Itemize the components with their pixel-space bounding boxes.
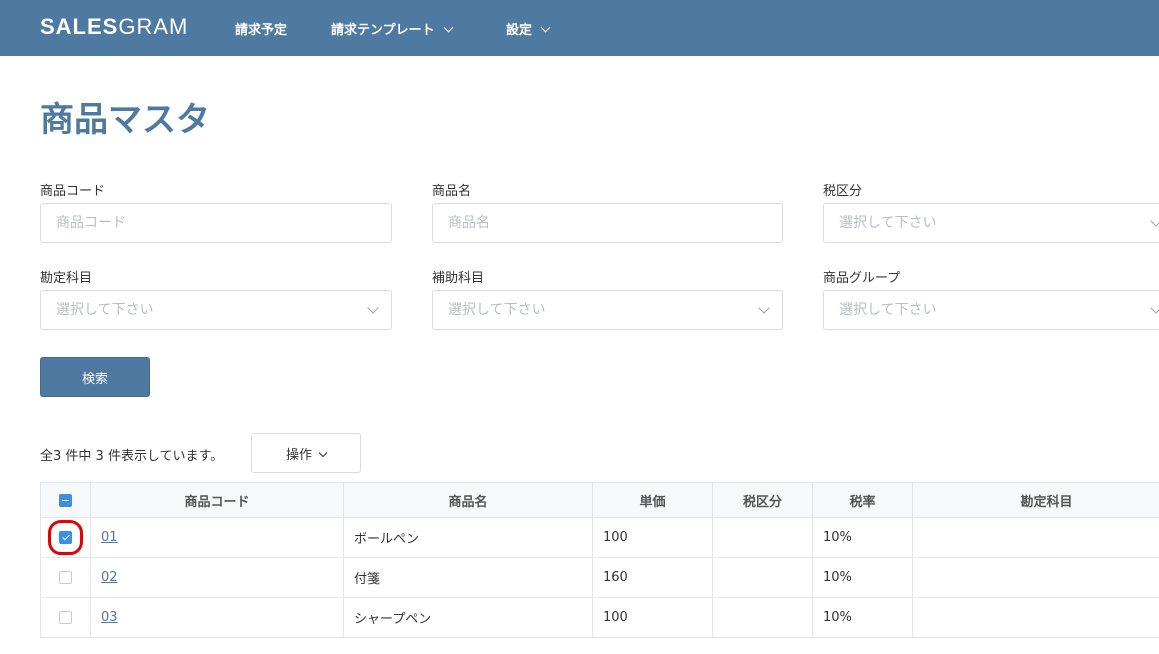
account-cell xyxy=(912,597,1159,638)
header-account[interactable]: 勘定科目 xyxy=(912,482,1159,518)
product-code-field xyxy=(40,203,392,243)
nav-label: 請求予定 xyxy=(235,23,288,38)
row-checkbox[interactable] xyxy=(59,611,72,624)
sub-account-label: 補助科目 xyxy=(432,271,485,286)
product-group-select[interactable]: 選択して下さい xyxy=(823,290,1159,330)
tax-category-select[interactable]: 選択して下さい xyxy=(823,203,1159,243)
row-select-cell xyxy=(40,517,91,558)
chevron-down-icon xyxy=(540,22,551,33)
header-product-name[interactable]: 商品名 xyxy=(343,482,593,518)
nav-billing-schedule[interactable]: 請求予定 xyxy=(235,19,287,38)
row-checkbox[interactable] xyxy=(59,571,72,584)
nav-billing-template[interactable]: 請求テンプレート xyxy=(331,19,454,38)
chevron-down-icon xyxy=(1150,302,1159,314)
header-product-code[interactable]: 商品コード xyxy=(90,482,344,518)
product-group-label: 商品グループ xyxy=(823,271,901,286)
table-header-row: 商品コード 商品名 単価 税区分 税率 勘定科目 xyxy=(40,482,1159,518)
product-code-cell: 03 xyxy=(90,597,344,638)
sub-account-placeholder: 選択して下さい xyxy=(448,302,546,318)
account-select[interactable]: 選択して下さい xyxy=(40,290,392,330)
account-cell xyxy=(912,517,1159,558)
header-tax-rate[interactable]: 税率 xyxy=(812,482,913,518)
tax-category-cell xyxy=(712,557,813,598)
chevron-down-icon xyxy=(443,22,454,33)
product-name-cell: 付箋 xyxy=(343,557,593,598)
chevron-down-icon xyxy=(318,448,328,457)
table-row: 03 シャープペン 100 10% xyxy=(40,597,1159,638)
chevron-down-icon xyxy=(1150,215,1159,227)
table-row: 02 付箋 160 10% xyxy=(40,557,1159,598)
product-table: 商品コード 商品名 単価 税区分 税率 勘定科目 01 ボールペン 100 10… xyxy=(40,482,1159,638)
page-title: 商品マスタ xyxy=(40,100,210,140)
logo-light-text: GRAM xyxy=(118,14,189,39)
unit-price-cell: 160 xyxy=(592,557,713,598)
account-label: 勘定科目 xyxy=(40,271,93,286)
unit-price-cell: 100 xyxy=(592,517,713,558)
account-placeholder: 選択して下さい xyxy=(56,302,154,318)
header-unit-price[interactable]: 単価 xyxy=(592,482,713,518)
product-name-input[interactable] xyxy=(448,205,767,241)
tax-rate-cell: 10% xyxy=(812,517,913,558)
select-all-checkbox[interactable] xyxy=(59,493,72,507)
row-checkbox[interactable] xyxy=(48,520,83,555)
tax-category-placeholder: 選択して下さい xyxy=(839,215,937,231)
chevron-down-icon xyxy=(758,302,770,314)
product-code-cell: 01 xyxy=(90,517,344,558)
operations-dropdown-button[interactable]: 操作 xyxy=(251,433,361,473)
operations-label: 操作 xyxy=(285,447,312,463)
tax-category-cell xyxy=(712,517,813,558)
tax-category-cell xyxy=(712,597,813,638)
nav-settings[interactable]: 設定 xyxy=(506,19,551,38)
unit-price-cell: 100 xyxy=(592,597,713,638)
tax-rate-cell: 10% xyxy=(812,557,913,598)
top-navigation-bar: SALESGRAM 請求予定 請求テンプレート 設定 xyxy=(0,0,1159,56)
product-name-label: 商品名 xyxy=(432,184,472,199)
product-code-input[interactable] xyxy=(56,205,376,241)
product-group-placeholder: 選択して下さい xyxy=(839,302,937,318)
chevron-down-icon xyxy=(367,302,379,314)
account-cell xyxy=(912,557,1159,598)
product-name-cell: ボールペン xyxy=(343,517,593,558)
table-row: 01 ボールペン 100 10% xyxy=(40,517,1159,558)
product-name-field xyxy=(432,203,783,243)
app-logo[interactable]: SALESGRAM xyxy=(40,14,188,40)
sub-account-select[interactable]: 選択して下さい xyxy=(432,290,783,330)
header-tax-category[interactable]: 税区分 xyxy=(712,482,813,518)
nav-label: 請求テンプレート xyxy=(331,23,435,38)
tax-rate-cell: 10% xyxy=(812,597,913,638)
product-code-link[interactable]: 01 xyxy=(101,530,118,545)
select-all-cell xyxy=(40,482,91,518)
row-select-cell xyxy=(40,557,91,598)
product-code-link[interactable]: 03 xyxy=(101,610,118,625)
tax-category-label: 税区分 xyxy=(823,184,863,199)
product-code-cell: 02 xyxy=(90,557,344,598)
product-code-label: 商品コード xyxy=(40,184,106,199)
row-select-cell xyxy=(40,597,91,638)
result-count-text: 全3 件中 3 件表示しています。 xyxy=(40,449,224,464)
logo-bold-text: SALES xyxy=(40,14,119,39)
nav-label: 設定 xyxy=(506,23,533,38)
product-code-link[interactable]: 02 xyxy=(101,570,118,585)
product-name-cell: シャープペン xyxy=(343,597,593,638)
search-button[interactable]: 検索 xyxy=(40,357,150,397)
